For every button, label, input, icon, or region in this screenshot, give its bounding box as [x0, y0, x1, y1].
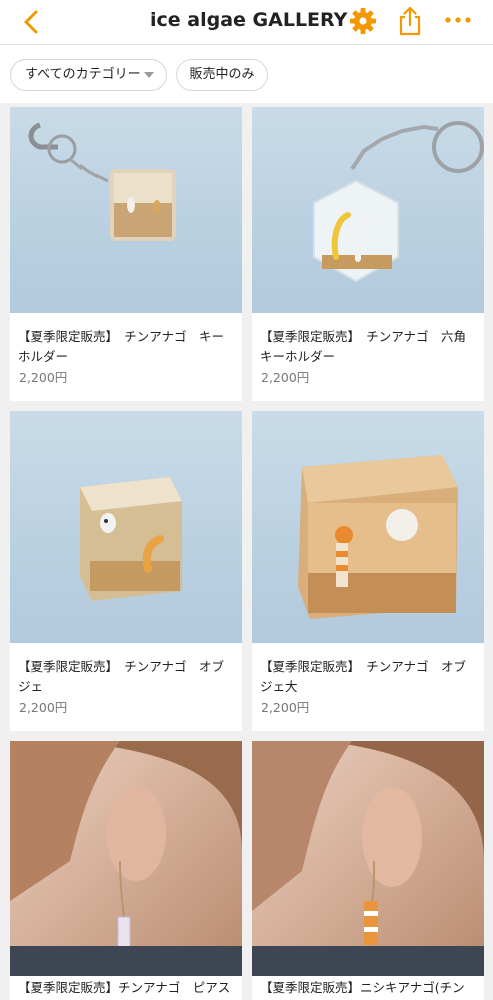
product-card[interactable]: 【夏季限定販売】チンアナゴ ピアス	[10, 741, 242, 1000]
gear-icon[interactable]	[348, 6, 378, 36]
product-card[interactable]: 【夏季限定販売】 チンアナゴ 六角キーホルダー 2,200円	[252, 107, 484, 401]
product-image	[10, 741, 242, 976]
product-name: 【夏季限定販売】 チンアナゴ キーホルダー	[18, 329, 225, 364]
product-image	[252, 411, 484, 643]
product-price: 2,200円	[19, 370, 68, 385]
product-card[interactable]: 【夏季限定販売】ニシキアナゴ(チン	[252, 741, 484, 1000]
product-name: 【夏季限定販売】ニシキアナゴ(チン	[260, 980, 465, 995]
product-name: 【夏季限定販売】 チンアナゴ オブジェ	[18, 659, 225, 694]
product-name: 【夏季限定販売】チンアナゴ ピアス	[18, 980, 231, 995]
chevron-left-icon[interactable]	[18, 8, 46, 36]
caret-down-icon	[144, 72, 154, 78]
product-price: 2,200円	[19, 700, 68, 715]
product-price: 2,200円	[261, 370, 310, 385]
product-name: 【夏季限定販売】 チンアナゴ 六角キーホルダー	[260, 329, 467, 364]
category-filter-label: すべてのカテゴリー	[25, 67, 141, 82]
product-card[interactable]: 【夏季限定販売】 チンアナゴ キーホルダー 2,200円	[10, 107, 242, 401]
page-title: ice algae GALLERY	[150, 9, 348, 31]
product-image	[10, 411, 242, 643]
top-nav-bar: ice algae GALLERY	[0, 0, 493, 45]
product-card[interactable]: 【夏季限定販売】 チンアナゴ オブジェ大 2,200円	[252, 411, 484, 731]
on-sale-filter[interactable]: 販売中のみ	[176, 59, 268, 91]
product-image	[252, 107, 484, 313]
product-price: 2,200円	[261, 700, 310, 715]
product-image	[252, 741, 484, 976]
product-card[interactable]: 【夏季限定販売】 チンアナゴ オブジェ 2,200円	[10, 411, 242, 731]
product-image	[10, 107, 242, 313]
filter-bar: すべてのカテゴリー 販売中のみ	[0, 45, 493, 103]
share-icon[interactable]	[396, 5, 424, 37]
category-filter[interactable]: すべてのカテゴリー	[10, 59, 167, 91]
product-name: 【夏季限定販売】 チンアナゴ オブジェ大	[260, 659, 467, 694]
more-icon[interactable]	[443, 10, 473, 30]
